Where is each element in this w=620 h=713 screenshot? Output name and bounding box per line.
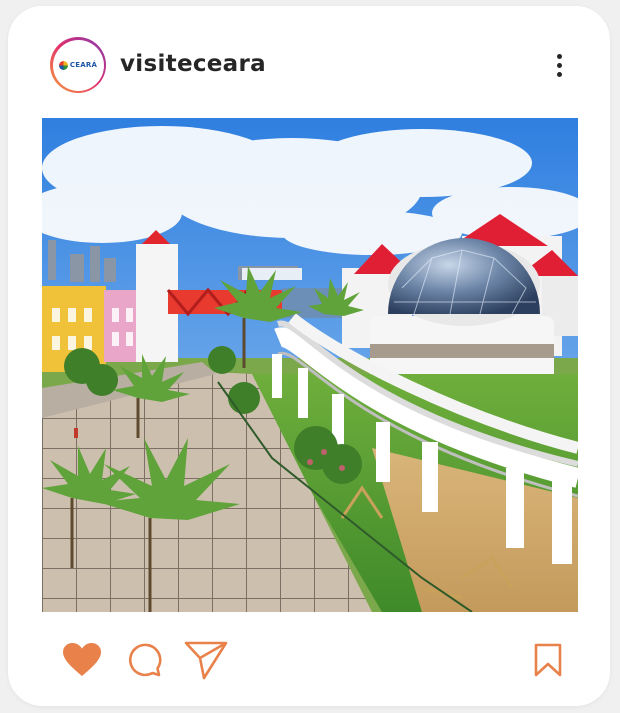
profile-avatar[interactable]: CEARÁ	[50, 37, 106, 93]
photo-illustration	[42, 118, 578, 612]
more-dot	[556, 62, 562, 68]
logo-mark-icon	[58, 60, 68, 70]
more-options-button[interactable]	[544, 50, 574, 80]
post-actions-bar	[8, 612, 610, 706]
post-username[interactable]: visiteceara	[120, 51, 266, 77]
like-button[interactable]	[60, 638, 104, 682]
post-card: CEARÁ visiteceara	[8, 6, 610, 706]
share-button[interactable]	[184, 638, 228, 682]
send-icon	[184, 641, 228, 680]
logo-text: CEARÁ	[69, 61, 98, 69]
ceara-logo: CEARÁ	[58, 60, 98, 70]
save-button[interactable]	[526, 638, 570, 682]
more-vertical-icon	[556, 53, 562, 59]
more-dot	[556, 71, 562, 77]
comment-button[interactable]	[122, 638, 166, 682]
post-photo[interactable]	[42, 118, 578, 612]
avatar-inner: CEARÁ	[52, 39, 104, 91]
heart-icon	[63, 643, 101, 676]
post-header: CEARÁ visiteceara	[8, 6, 610, 118]
comment-icon	[128, 643, 162, 677]
bookmark-icon	[534, 643, 562, 677]
